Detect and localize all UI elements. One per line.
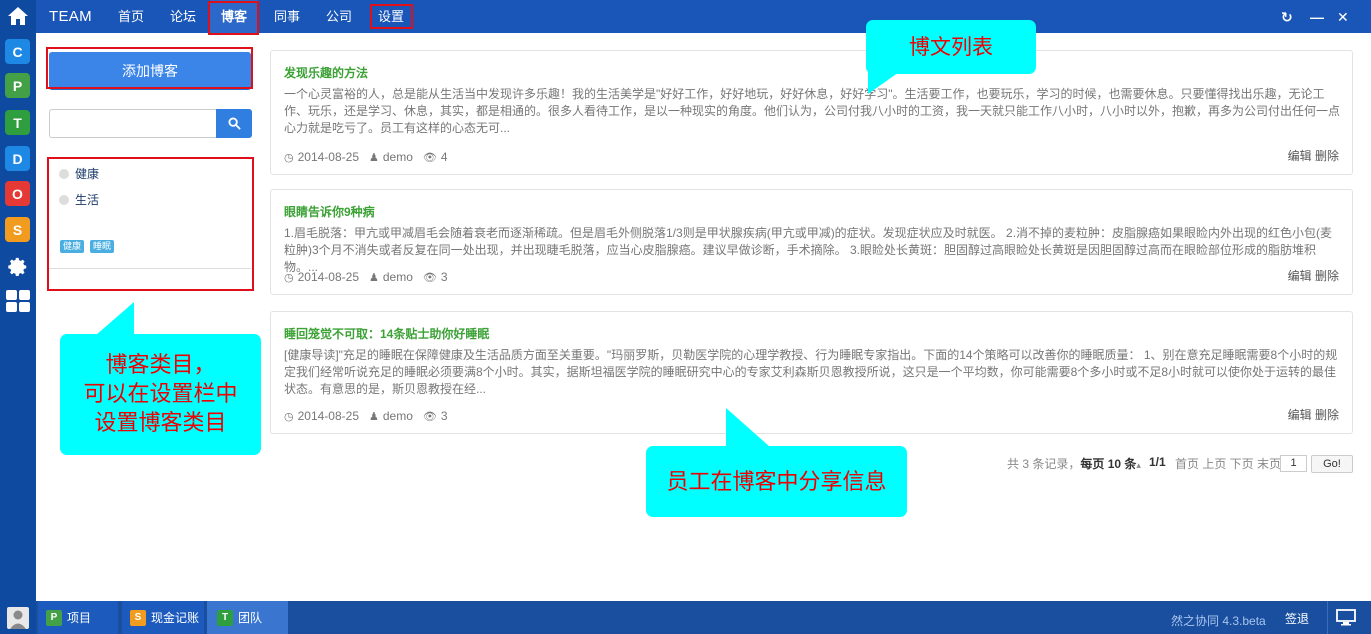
- task-cash[interactable]: S 现金记账: [122, 601, 204, 634]
- nav-home[interactable]: 首页: [108, 0, 154, 33]
- callout-text: 博文列表: [909, 35, 993, 59]
- post-card: 睡回笼觉不可取：14条贴士助你好睡眠 [健康导读]"充足的睡眠在保障健康及生活品…: [270, 311, 1353, 434]
- callout-tail: [726, 408, 770, 447]
- callout-text: 设置博客类目: [94, 410, 227, 435]
- rail-p-icon[interactable]: P: [5, 73, 30, 98]
- user-icon: ♟: [369, 151, 379, 164]
- signout-button[interactable]: 签退: [1285, 610, 1309, 627]
- highlight-settings-tab: [370, 4, 413, 29]
- user-icon: ♟: [369, 410, 379, 423]
- highlight-blog-tab: [208, 1, 259, 35]
- post-card: 发现乐趣的方法 一个心灵富裕的人，总是能从生活当中发现许多乐趣！我的生活美学是"…: [270, 50, 1353, 175]
- taskbar: P 项目 S 现金记账 T 团队 然之协同 4.3.beta 签退: [0, 601, 1371, 634]
- gear-icon[interactable]: [5, 254, 30, 279]
- post-views: 4: [440, 150, 448, 164]
- post-author: demo: [382, 270, 413, 284]
- nav-colleagues[interactable]: 同事: [264, 0, 310, 33]
- delete-link[interactable]: 删除: [1315, 149, 1339, 163]
- eye-icon: 👁: [422, 151, 437, 164]
- post-date: 2014-08-25: [297, 270, 359, 284]
- search-input[interactable]: [49, 109, 217, 138]
- close-icon[interactable]: ✕: [1337, 9, 1349, 26]
- pager-per-page-value[interactable]: 10: [1108, 457, 1121, 471]
- post-excerpt: 一个心灵富裕的人，总是能从生活当中发现许多乐趣！我的生活美学是"好好工作，好好地…: [284, 87, 1341, 135]
- post-excerpt: [健康导读]"充足的睡眠在保障健康及生活品质方面至关重要。"玛丽罗斯，贝勒医学院…: [284, 348, 1338, 396]
- version-text: 然之协同 4.3.beta: [1171, 614, 1266, 628]
- search-icon: [227, 117, 241, 130]
- edit-link[interactable]: 编辑: [1288, 149, 1312, 163]
- post-title[interactable]: 睡回笼觉不可取：14条贴士助你好睡眠: [284, 325, 489, 342]
- edit-link[interactable]: 编辑: [1288, 269, 1312, 283]
- post-title[interactable]: 眼睛告诉你9种病: [284, 203, 375, 220]
- rail-t-icon[interactable]: T: [5, 110, 30, 135]
- rail-d-icon[interactable]: D: [5, 146, 30, 171]
- task-label: 现金记账: [151, 611, 200, 625]
- caret-down-icon[interactable]: ▴: [1136, 460, 1141, 470]
- callout-text: 可以在设置栏中: [83, 381, 238, 406]
- post-meta: ◷ 2014-08-25 ♟ demo 👁 4: [284, 150, 448, 164]
- post-title[interactable]: 发现乐趣的方法: [284, 64, 368, 81]
- page-number-input[interactable]: 1: [1280, 455, 1307, 472]
- grid-icon[interactable]: [5, 288, 30, 313]
- post-views: 3: [440, 409, 448, 423]
- nav-forum[interactable]: 论坛: [160, 0, 206, 33]
- clock-icon: ◷: [284, 271, 294, 284]
- pager-total: 共 3 条记录，: [1007, 457, 1081, 471]
- callout-text: 员工在博客中分享信息: [666, 469, 887, 494]
- home-icon[interactable]: [0, 0, 36, 32]
- desktop-icon[interactable]: [1336, 609, 1356, 629]
- search-button[interactable]: [216, 109, 252, 138]
- project-icon: P: [46, 609, 62, 626]
- task-label: 项目: [67, 611, 92, 625]
- user-icon: ♟: [369, 271, 379, 284]
- pager-per-page-label: 每页: [1080, 457, 1105, 471]
- refresh-icon[interactable]: ↻: [1281, 9, 1293, 26]
- eye-icon: 👁: [422, 410, 437, 423]
- post-meta: ◷ 2014-08-25 ♟ demo 👁 3: [284, 270, 448, 284]
- delete-link[interactable]: 删除: [1315, 269, 1339, 283]
- highlight-category-box: [47, 157, 254, 291]
- callout-tail: [96, 302, 134, 335]
- post-author: demo: [382, 409, 413, 423]
- task-team[interactable]: T 团队: [207, 601, 288, 634]
- clock-icon: ◷: [284, 410, 294, 423]
- rail-c-icon[interactable]: C: [5, 39, 30, 64]
- edit-link[interactable]: 编辑: [1288, 408, 1312, 422]
- post-card: 眼睛告诉你9种病 1.眉毛脱落：甲亢或甲减眉毛会随着衰老而逐渐稀疏。但是眉毛外侧…: [270, 189, 1353, 295]
- callout-post-list: 博文列表: [866, 20, 1036, 94]
- rail-o-icon[interactable]: O: [5, 181, 30, 206]
- pager-page-status: 1/1: [1149, 455, 1166, 469]
- pager-links[interactable]: 首页 上页 下页 末页: [1175, 455, 1281, 472]
- post-date: 2014-08-25: [297, 409, 359, 423]
- callout-text: 博客类目，: [105, 352, 216, 377]
- delete-link[interactable]: 删除: [1315, 408, 1339, 422]
- brand-logo[interactable]: TEAM: [49, 8, 92, 25]
- minimize-icon[interactable]: —: [1310, 9, 1324, 25]
- callout-share: 员工在博客中分享信息: [646, 408, 907, 517]
- task-label: 团队: [238, 611, 263, 625]
- task-project[interactable]: P 项目: [38, 601, 118, 634]
- rail-s-icon[interactable]: S: [5, 217, 30, 242]
- post-author: demo: [382, 150, 413, 164]
- avatar[interactable]: [0, 601, 36, 634]
- post-excerpt: 1.眉毛脱落：甲亢或甲减眉毛会随着衰老而逐渐稀疏。但是眉毛外侧脱落1/3则是甲状…: [284, 226, 1333, 274]
- divider: [1327, 601, 1328, 634]
- callout-category: 博客类目， 可以在设置栏中 设置博客类目: [60, 302, 261, 455]
- callout-tail: [868, 70, 902, 94]
- app-rail: CPTDOS: [0, 0, 36, 601]
- post-date: 2014-08-25: [297, 150, 359, 164]
- pager-status: 1/1: [1149, 455, 1166, 469]
- pager-per-page-unit: 条: [1124, 457, 1137, 471]
- eye-icon: 👁: [422, 271, 437, 284]
- clock-icon: ◷: [284, 151, 294, 164]
- pager-summary: 共 3 条记录，每页 10 条▴: [1007, 455, 1141, 472]
- go-button[interactable]: Go!: [1311, 455, 1353, 473]
- post-views: 3: [440, 270, 448, 284]
- cash-icon: S: [130, 609, 146, 626]
- highlight-add-button: [46, 47, 253, 89]
- nav-company[interactable]: 公司: [316, 0, 362, 33]
- post-meta: ◷ 2014-08-25 ♟ demo 👁 3: [284, 409, 448, 423]
- team-icon: T: [217, 609, 233, 626]
